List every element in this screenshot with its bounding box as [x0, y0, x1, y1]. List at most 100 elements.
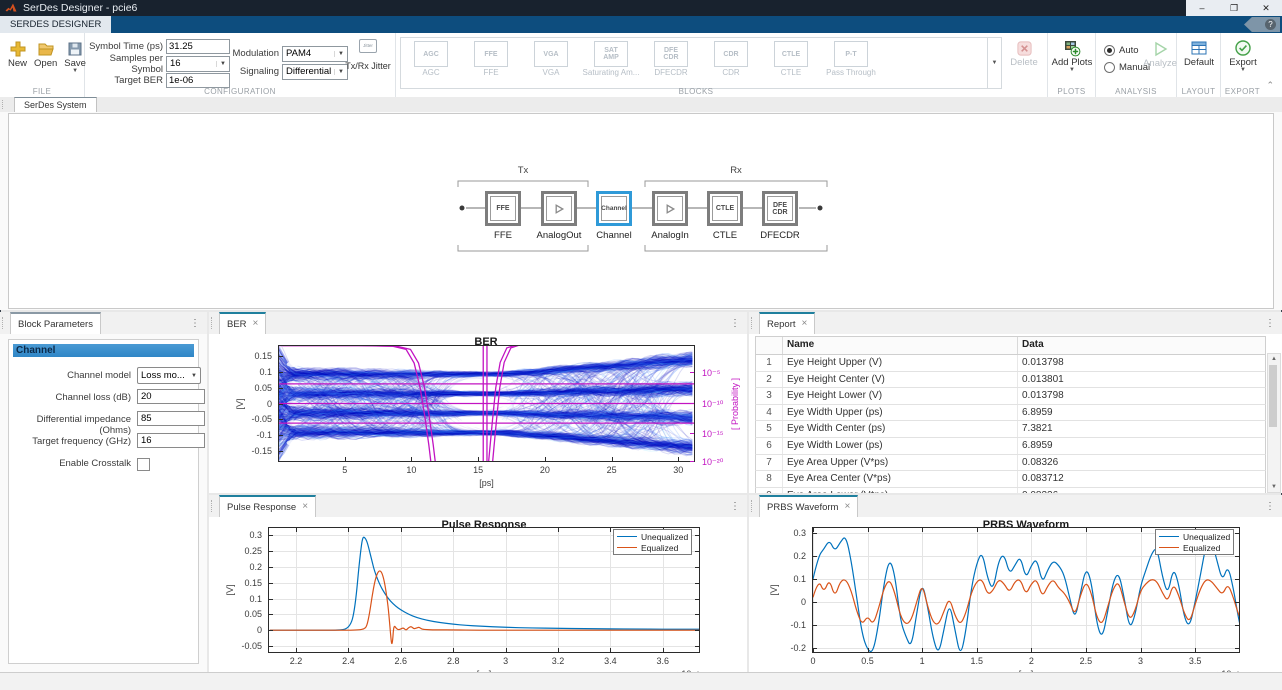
analyze-button[interactable]: Analyze: [1143, 40, 1177, 69]
panel-grip[interactable]: [2, 100, 5, 109]
table-row[interactable]: 4 Eye Width Upper (ps) 6.8959: [755, 404, 1266, 422]
minimize-button[interactable]: –: [1186, 0, 1218, 16]
ribbon-section-export: Export ▼ EXPORT: [1221, 33, 1264, 97]
axis-tick: 15: [473, 465, 484, 475]
tab-block-parameters[interactable]: Block Parameters: [10, 312, 101, 334]
table-row[interactable]: 7 Eye Area Upper (V*ps) 0.08326: [755, 454, 1266, 472]
tab-ber[interactable]: BER ×: [219, 312, 267, 334]
close-tab-icon[interactable]: ×: [802, 319, 808, 329]
close-tab-icon[interactable]: ×: [302, 502, 308, 512]
save-button[interactable]: Save ▼: [64, 40, 86, 74]
export-button[interactable]: Export ▼: [1225, 39, 1261, 73]
legend-line-icon: [617, 536, 637, 537]
tab-serdes-system[interactable]: SerDes System: [14, 97, 97, 112]
table-row[interactable]: 6 Eye Width Lower (ps) 6.8959: [755, 437, 1266, 455]
scrollbar-thumb[interactable]: [1269, 365, 1277, 427]
scroll-down-icon[interactable]: ▼: [1268, 484, 1280, 490]
symbol-time-input[interactable]: [166, 39, 230, 54]
kebab-menu-icon[interactable]: ⋮: [190, 319, 200, 329]
gallery-block-cdr[interactable]: CDR CDR: [701, 38, 761, 88]
help-button[interactable]: ?: [1244, 17, 1280, 32]
collapse-ribbon-icon[interactable]: ⌃: [1266, 80, 1274, 91]
analog-play-icon: [657, 196, 683, 221]
panel-grip[interactable]: [211, 500, 214, 512]
analyze-play-icon: [1155, 41, 1168, 57]
samples-per-symbol-combo[interactable]: 16 ▼: [166, 55, 230, 72]
table-row[interactable]: 8 Eye Area Center (V*ps) 0.083712: [755, 471, 1266, 488]
save-dropdown-caret[interactable]: ▼: [72, 68, 78, 74]
maximize-button[interactable]: ❐: [1218, 0, 1250, 16]
ribbon-section-configuration: Symbol Time (ps) Samples per Symbol 16▼ …: [85, 33, 396, 97]
panel-grip[interactable]: [211, 317, 214, 329]
new-button[interactable]: New: [8, 40, 27, 74]
gallery-dropdown-button[interactable]: ▼: [987, 38, 1001, 88]
panel-grip[interactable]: [2, 317, 5, 329]
modulation-combo[interactable]: PAM4 ▼: [282, 45, 348, 62]
tab-prbs-waveform[interactable]: PRBS Waveform ×: [759, 495, 859, 517]
table-row[interactable]: 1 Eye Height Upper (V) 0.013798: [755, 355, 1266, 372]
diagram-block-ffe[interactable]: FFE: [485, 191, 521, 226]
channel-loss-input[interactable]: [137, 389, 205, 404]
panel-grip[interactable]: [751, 500, 754, 512]
table-row[interactable]: 2 Eye Height Center (V) 0.013801: [755, 371, 1266, 389]
gallery-block-ffe[interactable]: FFE FFE: [461, 38, 521, 88]
diagram-block-dfecdr[interactable]: DFE CDR: [762, 191, 798, 226]
diagram-block-label: Channel: [596, 230, 632, 241]
target-ber-input[interactable]: [166, 73, 230, 88]
tab-report[interactable]: Report ×: [759, 312, 816, 334]
diagram-block-analogout[interactable]: [541, 191, 577, 226]
legend-label: Equalized: [641, 542, 679, 553]
ber-eye-plot-canvas[interactable]: [278, 345, 695, 462]
enable-crosstalk-checkbox[interactable]: [137, 458, 150, 471]
add-plots-caret[interactable]: ▼: [1069, 67, 1075, 73]
axis-tick: 25: [606, 465, 617, 475]
column-header-name[interactable]: Name: [783, 337, 1018, 354]
kebab-menu-icon[interactable]: ⋮: [1265, 319, 1275, 329]
diagram-block-analogin[interactable]: [652, 191, 688, 226]
diagram-block-channel[interactable]: Channel: [596, 191, 632, 226]
add-plots-button[interactable]: Add Plots ▼: [1051, 39, 1093, 73]
layout-grid-icon: [1191, 41, 1207, 55]
export-caret[interactable]: ▼: [1240, 67, 1246, 73]
close-tab-icon[interactable]: ×: [844, 502, 850, 512]
default-layout-button[interactable]: Default: [1180, 39, 1218, 68]
open-button[interactable]: Open: [34, 40, 57, 74]
auto-radio[interactable]: Auto: [1104, 45, 1139, 56]
target-frequency-input[interactable]: [137, 433, 205, 448]
diagram-block-label: DFECDR: [760, 230, 800, 241]
tab-pulse-response[interactable]: Pulse Response ×: [219, 495, 317, 517]
axis-tick: 0.25: [244, 546, 262, 557]
kebab-menu-icon[interactable]: ⋮: [730, 319, 740, 329]
gallery-block-vga[interactable]: VGA VGA: [521, 38, 581, 88]
scroll-up-icon[interactable]: ▲: [1268, 356, 1280, 362]
status-bar: [0, 672, 1282, 690]
target-frequency-label: Target frequency (GHz): [32, 436, 131, 447]
kebab-menu-icon[interactable]: ⋮: [1265, 502, 1275, 512]
gallery-block-ctle[interactable]: CTLE CTLE: [761, 38, 821, 88]
block-name: VGA: [542, 68, 560, 77]
close-button[interactable]: ✕: [1250, 0, 1282, 16]
vertical-scrollbar[interactable]: ▲ ▼: [1267, 353, 1281, 493]
delete-button[interactable]: Delete: [1004, 40, 1044, 68]
pulse-response-tab-bar: Pulse Response × ⋮: [209, 495, 747, 518]
diagram-block-ctle[interactable]: CTLE: [707, 191, 743, 226]
tx-rx-jitter-button[interactable]: Jitter Tx/Rx Jitter: [343, 39, 393, 72]
tab-serdes-designer[interactable]: SERDES DESIGNER: [0, 16, 112, 33]
close-tab-icon[interactable]: ×: [253, 319, 259, 329]
table-row[interactable]: 9Eye Area Lower (V*ps)0.08326: [755, 487, 1266, 493]
differential-impedance-input[interactable]: [137, 411, 205, 426]
axis-tick: 0.15: [254, 351, 272, 362]
gallery-block-pass-through[interactable]: P-T Pass Through: [821, 38, 881, 88]
gallery-block-agc[interactable]: AGC AGC: [401, 38, 461, 88]
kebab-menu-icon[interactable]: ⋮: [730, 502, 740, 512]
panel-grip[interactable]: [751, 317, 754, 329]
column-header-data[interactable]: Data: [1018, 337, 1277, 354]
block-icon: SAT AMP: [594, 41, 628, 67]
signaling-combo[interactable]: Differential ▼: [282, 63, 348, 80]
table-row[interactable]: 3 Eye Height Lower (V) 0.013798: [755, 388, 1266, 405]
serdes-system-canvas[interactable]: Tx Rx FFE FFE AnalogOut Channel Channel Analo…: [0, 112, 1282, 310]
gallery-block-dfecdr[interactable]: DFE CDR DFECDR: [641, 38, 701, 88]
channel-model-combo[interactable]: Loss mo... ▼: [137, 367, 201, 384]
table-row[interactable]: 5 Eye Width Center (ps) 7.3821: [755, 421, 1266, 438]
gallery-block-saturating-am-[interactable]: SAT AMP Saturating Am...: [581, 38, 641, 88]
